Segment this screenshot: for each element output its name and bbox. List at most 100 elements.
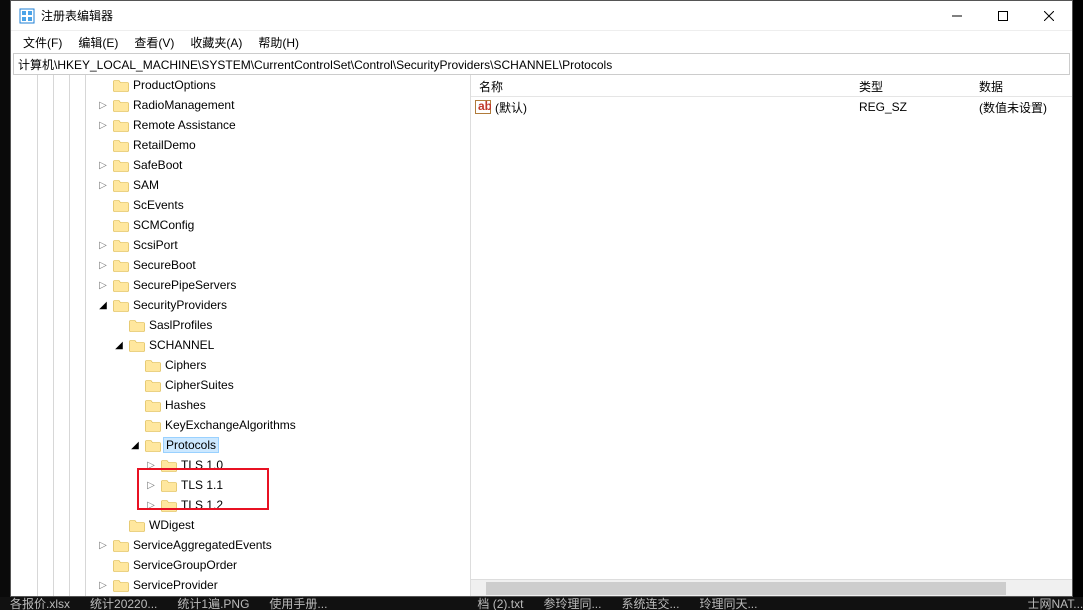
tree-node[interactable]: WDigest bbox=[11, 515, 470, 535]
value-type: REG_SZ bbox=[859, 100, 907, 114]
expand-icon[interactable]: ▷ bbox=[95, 537, 111, 553]
tree-node[interactable]: ▷ RadioManagement bbox=[11, 95, 470, 115]
taskbar-item[interactable]: 使用手册... bbox=[269, 597, 327, 610]
tree-node[interactable]: ▷ SecurePipeServers bbox=[11, 275, 470, 295]
tree-node[interactable]: ▷ TLS 1.0 bbox=[11, 455, 470, 475]
value-data: (数值未设置) bbox=[979, 101, 1047, 115]
close-button[interactable] bbox=[1026, 1, 1072, 31]
expand-icon[interactable] bbox=[127, 417, 143, 433]
menu-view[interactable]: 查看(V) bbox=[126, 32, 182, 53]
tree-node[interactable]: ▷ ScsiPort bbox=[11, 235, 470, 255]
tree-node[interactable]: SCMConfig bbox=[11, 215, 470, 235]
tree-node[interactable]: ServiceGroupOrder bbox=[11, 555, 470, 575]
taskbar: 各报价.xlsx 统计20220... 统计1遍.PNG 使用手册... 档 (… bbox=[0, 597, 1083, 610]
expand-icon[interactable] bbox=[95, 557, 111, 573]
taskbar-item[interactable]: 系统连交... bbox=[621, 597, 679, 610]
list-header: 名称 类型 数据 bbox=[471, 75, 1072, 97]
expand-icon[interactable]: ▷ bbox=[95, 577, 111, 593]
expand-icon[interactable]: ▷ bbox=[95, 237, 111, 253]
tree-node[interactable]: RetailDemo bbox=[11, 135, 470, 155]
expand-icon[interactable] bbox=[95, 197, 111, 213]
expand-icon[interactable]: ▷ bbox=[143, 497, 159, 513]
taskbar-item[interactable]: 玲理同天... bbox=[699, 597, 757, 610]
expand-icon[interactable] bbox=[111, 517, 127, 533]
tree-node[interactable]: ScEvents bbox=[11, 195, 470, 215]
tree-node[interactable]: ▷SafeBoot bbox=[11, 155, 470, 175]
tree-label: TLS 1.2 bbox=[181, 498, 223, 512]
column-type[interactable]: 类型 bbox=[851, 75, 971, 96]
taskbar-item[interactable]: 统计1遍.PNG bbox=[177, 597, 249, 610]
expand-icon[interactable]: ▷ bbox=[95, 97, 111, 113]
svg-text:ab: ab bbox=[478, 100, 491, 113]
menu-edit[interactable]: 编辑(E) bbox=[70, 32, 126, 53]
tree-label: RetailDemo bbox=[133, 138, 196, 152]
column-name[interactable]: 名称 bbox=[471, 75, 851, 96]
maximize-button[interactable] bbox=[980, 1, 1026, 31]
expand-icon[interactable]: ▷ bbox=[95, 257, 111, 273]
taskbar-item[interactable]: 各报价.xlsx bbox=[10, 597, 70, 610]
tree-label: ServiceGroupOrder bbox=[133, 558, 237, 572]
expand-icon[interactable]: ◢ bbox=[111, 337, 127, 353]
menu-help[interactable]: 帮助(H) bbox=[250, 32, 307, 53]
tree-pane[interactable]: ProductOptions ▷ RadioManagement ▷Remote As… bbox=[11, 75, 471, 596]
tree-label: SCHANNEL bbox=[149, 338, 214, 352]
tree-label: SAM bbox=[133, 178, 159, 192]
tree-node[interactable]: ▷Remote Assistance bbox=[11, 115, 470, 135]
expand-icon[interactable] bbox=[95, 217, 111, 233]
menu-file[interactable]: 文件(F) bbox=[15, 32, 70, 53]
tree-node[interactable]: ▷TLS 1.1 bbox=[11, 475, 470, 495]
app-icon bbox=[19, 8, 35, 24]
expand-icon[interactable] bbox=[127, 377, 143, 393]
tree-node[interactable]: ▷ServiceAggregatedEvents bbox=[11, 535, 470, 555]
tree-node[interactable]: ▷ TLS 1.2 bbox=[11, 495, 470, 515]
expand-icon[interactable] bbox=[95, 137, 111, 153]
expand-icon[interactable]: ◢ bbox=[127, 437, 143, 453]
tree-label: RadioManagement bbox=[133, 98, 234, 112]
expand-icon[interactable]: ▷ bbox=[95, 157, 111, 173]
tree-label: SecureBoot bbox=[133, 258, 196, 272]
tree-label: KeyExchangeAlgorithms bbox=[165, 418, 296, 432]
horizontal-scrollbar[interactable] bbox=[471, 579, 1072, 596]
tree-node[interactable]: ProductOptions bbox=[11, 75, 470, 95]
minimize-button[interactable] bbox=[934, 1, 980, 31]
scrollbar-thumb[interactable] bbox=[486, 582, 1006, 595]
tree-node[interactable]: ◢SecurityProviders bbox=[11, 295, 470, 315]
expand-icon[interactable]: ▷ bbox=[95, 117, 111, 133]
address-bar[interactable]: 计算机\HKEY_LOCAL_MACHINE\SYSTEM\CurrentCon… bbox=[13, 53, 1070, 75]
expand-icon[interactable] bbox=[127, 397, 143, 413]
taskbar-item[interactable]: 统计20220... bbox=[90, 597, 157, 610]
menu-favorites[interactable]: 收藏夹(A) bbox=[182, 32, 250, 53]
tree-label: ScsiPort bbox=[133, 238, 178, 252]
tree-label: ServiceProvider bbox=[133, 578, 218, 592]
expand-icon[interactable]: ▷ bbox=[95, 177, 111, 193]
column-data[interactable]: 数据 bbox=[971, 75, 1072, 96]
expand-icon[interactable]: ▷ bbox=[95, 277, 111, 293]
expand-icon[interactable] bbox=[111, 317, 127, 333]
tree-node[interactable]: Hashes bbox=[11, 395, 470, 415]
tree-node[interactable]: ◢ SCHANNEL bbox=[11, 335, 470, 355]
expand-icon[interactable]: ▷ bbox=[143, 477, 159, 493]
tree-label: TLS 1.0 bbox=[181, 458, 223, 472]
value-row[interactable]: ab (默认) REG_SZ (数值未设置) bbox=[471, 97, 1072, 117]
tree-node[interactable]: ▷ ServiceProvider bbox=[11, 575, 470, 595]
tree-node[interactable]: KeyExchangeAlgorithms bbox=[11, 415, 470, 435]
expand-icon[interactable]: ◢ bbox=[95, 297, 111, 313]
tree-label: SecurePipeServers bbox=[133, 278, 236, 292]
expand-icon[interactable]: ▷ bbox=[143, 457, 159, 473]
taskbar-item[interactable]: 档 (2).txt bbox=[477, 597, 523, 610]
expand-icon[interactable] bbox=[127, 357, 143, 373]
tree-node[interactable]: Ciphers bbox=[11, 355, 470, 375]
tree-label: Hashes bbox=[165, 398, 206, 412]
window-title: 注册表编辑器 bbox=[41, 7, 113, 24]
tree-node[interactable]: CipherSuites bbox=[11, 375, 470, 395]
tree-label: ScEvents bbox=[133, 198, 184, 212]
taskbar-item[interactable]: 士网NAT... bbox=[1027, 597, 1083, 610]
taskbar-item[interactable]: 参玲理同... bbox=[543, 597, 601, 610]
title-bar[interactable]: 注册表编辑器 bbox=[11, 1, 1072, 31]
tree-node[interactable]: ◢Protocols bbox=[11, 435, 470, 455]
expand-icon[interactable] bbox=[95, 77, 111, 93]
tree-node[interactable]: ▷ SecureBoot bbox=[11, 255, 470, 275]
tree-node[interactable]: SaslProfiles bbox=[11, 315, 470, 335]
values-pane[interactable]: 名称 类型 数据 ab (默认) REG_SZ (数值未设置) bbox=[471, 75, 1072, 596]
tree-node[interactable]: ▷ SAM bbox=[11, 175, 470, 195]
